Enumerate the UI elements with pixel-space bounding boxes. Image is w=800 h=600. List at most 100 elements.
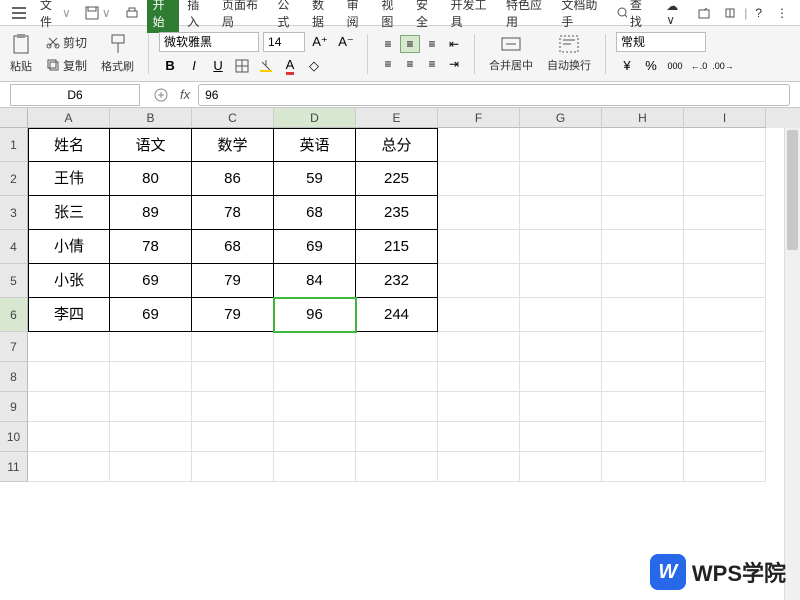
cell[interactable] bbox=[602, 230, 684, 264]
font-size-input[interactable] bbox=[263, 32, 305, 52]
cell[interactable]: 姓名 bbox=[28, 128, 110, 162]
export-icon[interactable] bbox=[718, 5, 742, 21]
col-header[interactable]: I bbox=[684, 108, 766, 128]
cloud-icon[interactable]: ☁∨ bbox=[660, 0, 690, 29]
cell[interactable] bbox=[602, 332, 684, 362]
help-icon[interactable]: ? bbox=[749, 4, 768, 22]
cell[interactable]: 235 bbox=[356, 196, 438, 230]
row-header[interactable]: 5 bbox=[0, 264, 28, 298]
col-header[interactable]: A bbox=[28, 108, 110, 128]
cell[interactable] bbox=[520, 362, 602, 392]
col-header[interactable]: D bbox=[274, 108, 356, 128]
cell[interactable] bbox=[520, 264, 602, 298]
cell[interactable] bbox=[438, 230, 520, 264]
row-header[interactable]: 4 bbox=[0, 230, 28, 264]
row-header[interactable]: 1 bbox=[0, 128, 28, 162]
cell[interactable] bbox=[602, 298, 684, 332]
row-header[interactable]: 3 bbox=[0, 196, 28, 230]
cell[interactable]: 84 bbox=[274, 264, 356, 298]
cell[interactable] bbox=[28, 452, 110, 482]
cell[interactable]: 王伟 bbox=[28, 162, 110, 196]
function-icon[interactable] bbox=[150, 88, 172, 102]
cell[interactable] bbox=[520, 128, 602, 162]
share-icon[interactable] bbox=[692, 5, 716, 21]
row-header[interactable]: 9 bbox=[0, 392, 28, 422]
col-header[interactable]: C bbox=[192, 108, 274, 128]
align-right[interactable]: ≡ bbox=[422, 55, 442, 73]
cell[interactable] bbox=[438, 128, 520, 162]
cell[interactable] bbox=[438, 362, 520, 392]
cell[interactable]: 215 bbox=[356, 230, 438, 264]
cell[interactable] bbox=[192, 452, 274, 482]
cell[interactable] bbox=[602, 128, 684, 162]
cell[interactable]: 英语 bbox=[274, 128, 356, 162]
decrease-font-icon[interactable]: A⁻ bbox=[335, 32, 357, 52]
cell[interactable] bbox=[28, 392, 110, 422]
thousand-button[interactable]: 000 bbox=[664, 56, 686, 76]
cut-button[interactable]: 剪切 bbox=[42, 32, 91, 53]
align-top-left[interactable]: ≡ bbox=[378, 35, 398, 53]
cell[interactable] bbox=[520, 162, 602, 196]
cell[interactable] bbox=[684, 264, 766, 298]
font-color-button[interactable]: A bbox=[279, 56, 301, 76]
align-top-center[interactable]: ≡ bbox=[400, 35, 420, 53]
cell[interactable]: 80 bbox=[110, 162, 192, 196]
cell[interactable] bbox=[520, 452, 602, 482]
cell[interactable] bbox=[520, 196, 602, 230]
cell[interactable] bbox=[28, 422, 110, 452]
cell[interactable] bbox=[520, 392, 602, 422]
align-top-right[interactable]: ≡ bbox=[422, 35, 442, 53]
cell[interactable]: 244 bbox=[356, 298, 438, 332]
cell[interactable] bbox=[602, 362, 684, 392]
cell[interactable]: 59 bbox=[274, 162, 356, 196]
clear-format-button[interactable]: ◇ bbox=[303, 56, 325, 76]
col-header[interactable]: G bbox=[520, 108, 602, 128]
decimal-decrease[interactable]: .00→ bbox=[712, 56, 734, 76]
cell[interactable] bbox=[110, 422, 192, 452]
cell[interactable]: 张三 bbox=[28, 196, 110, 230]
row-header[interactable]: 7 bbox=[0, 332, 28, 362]
cell[interactable] bbox=[356, 452, 438, 482]
currency-button[interactable]: ¥ bbox=[616, 56, 638, 76]
cell[interactable] bbox=[274, 422, 356, 452]
vertical-scrollbar[interactable] bbox=[784, 128, 800, 600]
cell[interactable] bbox=[684, 392, 766, 422]
decimal-increase[interactable]: ←.0 bbox=[688, 56, 710, 76]
cell[interactable] bbox=[274, 332, 356, 362]
cell[interactable] bbox=[520, 422, 602, 452]
cell[interactable] bbox=[520, 298, 602, 332]
increase-font-icon[interactable]: A⁺ bbox=[309, 32, 331, 52]
cell[interactable]: 79 bbox=[192, 264, 274, 298]
print-icon[interactable] bbox=[119, 4, 145, 22]
cell[interactable] bbox=[602, 422, 684, 452]
cell[interactable]: 李四 bbox=[28, 298, 110, 332]
cell[interactable] bbox=[28, 332, 110, 362]
cell[interactable]: 69 bbox=[110, 298, 192, 332]
cell[interactable] bbox=[520, 332, 602, 362]
cell[interactable]: 89 bbox=[110, 196, 192, 230]
scrollbar-thumb[interactable] bbox=[787, 130, 798, 250]
cell[interactable] bbox=[110, 392, 192, 422]
cell[interactable] bbox=[192, 422, 274, 452]
cell[interactable]: 86 bbox=[192, 162, 274, 196]
indent-increase[interactable]: ⇥ bbox=[444, 55, 464, 73]
format-painter[interactable]: 格式刷 bbox=[97, 31, 138, 76]
cell[interactable] bbox=[684, 298, 766, 332]
italic-button[interactable]: I bbox=[183, 56, 205, 76]
cell[interactable] bbox=[438, 422, 520, 452]
cell[interactable]: 69 bbox=[110, 264, 192, 298]
cell[interactable] bbox=[438, 162, 520, 196]
cell[interactable]: 79 bbox=[192, 298, 274, 332]
cell[interactable] bbox=[602, 264, 684, 298]
row-header[interactable]: 10 bbox=[0, 422, 28, 452]
cell[interactable] bbox=[438, 196, 520, 230]
cell[interactable] bbox=[602, 452, 684, 482]
cell[interactable] bbox=[192, 332, 274, 362]
cell[interactable] bbox=[438, 298, 520, 332]
cell[interactable] bbox=[110, 452, 192, 482]
indent-decrease[interactable]: ⇤ bbox=[444, 35, 464, 53]
cell[interactable] bbox=[684, 422, 766, 452]
cell[interactable]: 总分 bbox=[356, 128, 438, 162]
cell[interactable] bbox=[438, 264, 520, 298]
cell[interactable]: 小张 bbox=[28, 264, 110, 298]
